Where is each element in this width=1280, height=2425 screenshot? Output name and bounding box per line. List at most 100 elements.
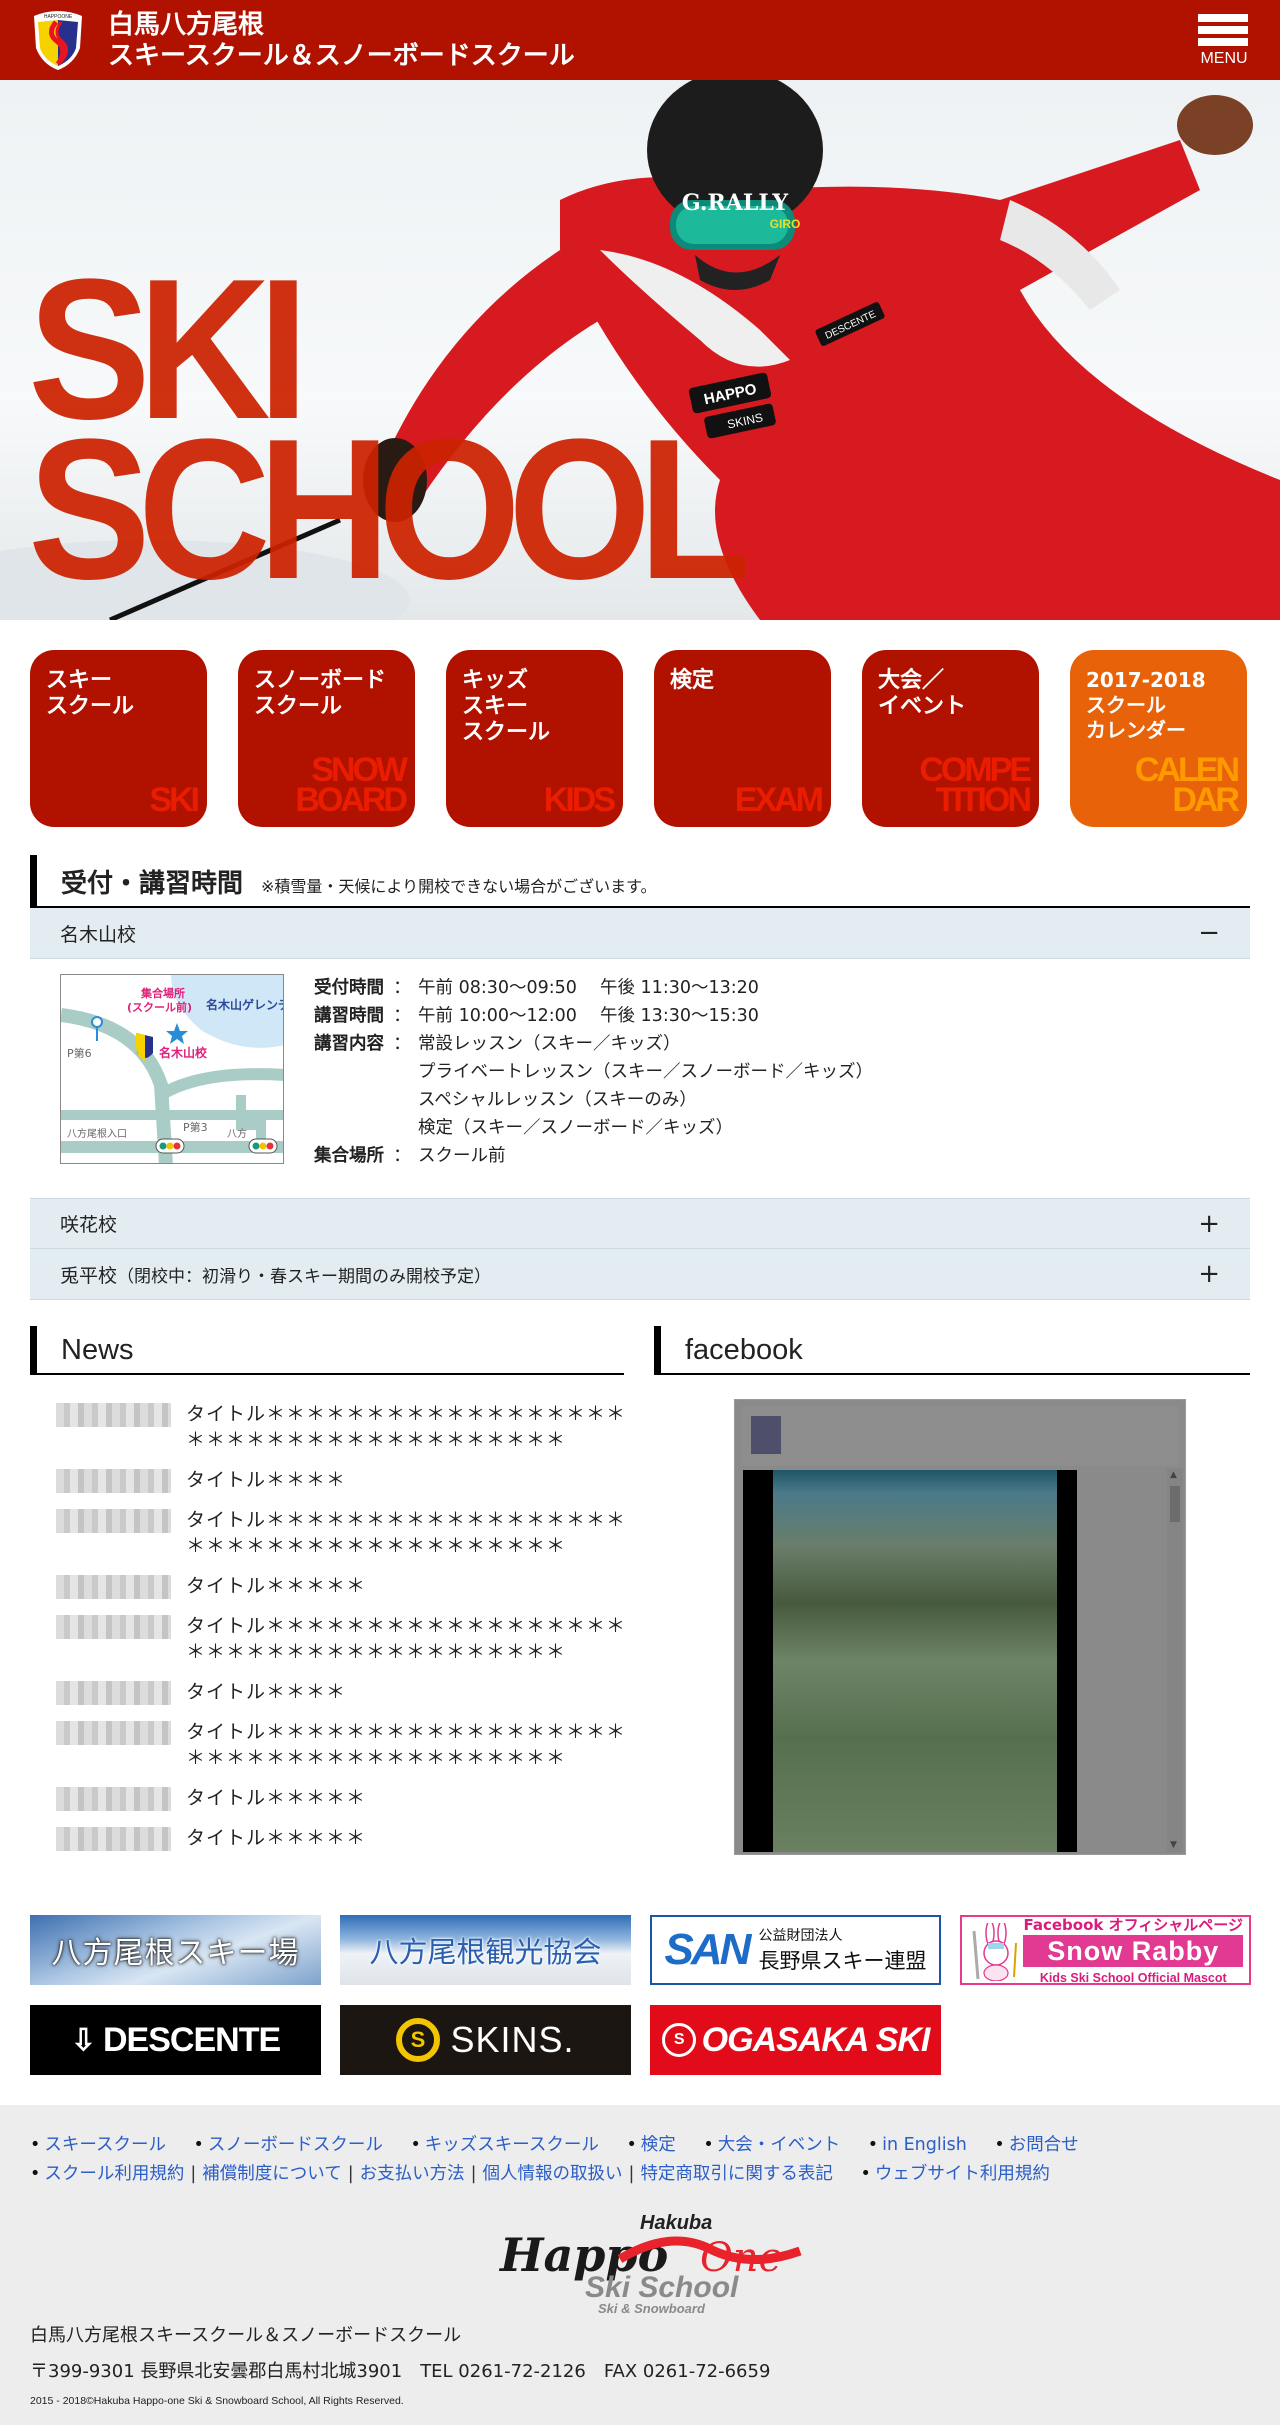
news-date-blurred [56,1575,171,1599]
scroll-up-icon[interactable]: ▲ [1170,1470,1177,1480]
category-tiles: スキー スクール SKI スノーボード スクール SNOW BOARD キッズ … [0,620,1280,855]
access-map[interactable]: 集合場所 (スクール前) 名木山ゲレンデ 名木山校 P第6 P第3 八方尾根入口… [60,974,284,1164]
news-item[interactable]: タイトル＊＊＊＊＊＊＊＊＊＊＊＊＊＊＊＊＊＊＊＊＊＊＊＊＊＊＊＊＊＊＊＊＊＊＊＊… [56,1401,640,1453]
news-column: News タイトル＊＊＊＊＊＊＊＊＊＊＊＊＊＊＊＊＊＊＊＊＊＊＊＊＊＊＊＊＊＊＊… [0,1326,640,1865]
info-value: スクール前 [418,1146,506,1166]
san-logo: SAN [664,1925,752,1974]
news-item[interactable]: タイトル＊＊＊＊＊ [56,1785,640,1811]
tile-label-en: CALEN DAR [1134,751,1240,819]
news-item[interactable]: タイトル＊＊＊＊ [56,1467,640,1493]
footer-link-school-terms[interactable]: スクール利用規約 [44,2164,184,2184]
bullet: • [30,2135,41,2155]
svg-text:Ski & Snowboard: Ski & Snowboard [598,2301,706,2316]
site-footer: • スキースクール • スノーボードスクール • キッズスキースクール • 検定 • 大会… [0,2105,1280,2425]
footer-link-events[interactable]: 大会・イベント [718,2135,841,2155]
tile-exam[interactable]: 検定 EXAM [654,650,831,827]
separator: | [190,2164,197,2184]
banner-happo-tourism[interactable]: 八方尾根観光協会 [340,1915,631,1985]
news-title-text: タイトル＊＊＊＊＊＊＊＊＊＊＊＊＊＊＊＊＊＊＊＊＊＊＊＊＊＊＊＊＊＊＊＊＊＊＊＊… [186,1615,627,1663]
tile-competition[interactable]: 大会／ イベント COMPE TITION [862,650,1039,827]
accordion-sakka[interactable]: 咲花校 + [30,1198,1250,1249]
separator: | [347,2164,354,2184]
footer-link-snowboard-school[interactable]: スノーボードスクール [208,2135,383,2155]
accordion-label: 名木山校 [60,923,137,946]
facebook-embed[interactable]: ▲ ▼ [734,1399,1186,1855]
facebook-column: facebook ▲ ▼ [640,1326,1280,1865]
footer-link-commerce-law[interactable]: 特定商取引に関する表記 [640,2164,833,2184]
banner-nagano-ski-federation[interactable]: SAN 公益財団法人 長野県スキー連盟 [650,1915,941,1985]
info-colon [386,1086,418,1114]
facebook-page-header-blurred [741,1406,1179,1466]
footer-link-compensation[interactable]: 補償制度について [202,2164,341,2184]
svg-text:G.RALLY: G.RALLY [682,190,789,216]
footer-address: 〒399-9301 長野県北安曇郡白馬村北城3901 TEL 0261-72-2… [30,2361,771,2382]
bullet: • [703,2135,714,2155]
footer-link-privacy[interactable]: 個人情報の取扱い [483,2164,623,2184]
news-title-text: タイトル＊＊＊＊＊＊＊＊＊＊＊＊＊＊＊＊＊＊＊＊＊＊＊＊＊＊＊＊＊＊＊＊＊＊＊＊… [186,1721,627,1769]
info-colon: ： [393,1034,411,1054]
happoone-emblem-logo[interactable]: HAPPOONE [28,8,88,72]
news-item[interactable]: タイトル＊＊＊＊＊＊＊＊＊＊＊＊＊＊＊＊＊＊＊＊＊＊＊＊＊＊＊＊＊＊＊＊＊＊＊＊… [56,1613,640,1665]
tile-label-jp: 大会／ イベント [878,668,967,719]
svg-text:P第3: P第3 [183,1120,208,1134]
news-title-text: タイトル＊＊＊＊＊ [186,1787,367,1809]
footer-link-contact[interactable]: お問合せ [1009,2135,1079,2155]
news-date-blurred [56,1509,171,1533]
scroll-thumb[interactable] [1170,1486,1180,1522]
news-item[interactable]: タイトル＊＊＊＊＊ [56,1573,640,1599]
footer-link-english[interactable]: in English [882,2135,967,2155]
news-item[interactable]: タイトル＊＊＊＊＊＊＊＊＊＊＊＊＊＊＊＊＊＊＊＊＊＊＊＊＊＊＊＊＊＊＊＊＊＊＊＊… [56,1719,640,1771]
scroll-down-icon[interactable]: ▼ [1170,1840,1177,1850]
facebook-post-image-content [773,1470,1057,1852]
info-key: 講習内容 [314,1034,384,1054]
tile-label-en: SKI [149,781,200,819]
news-date-blurred [56,1403,171,1427]
ogasaka-logo-icon: S [661,2023,696,2057]
banner-happo-ski-area[interactable]: 八方尾根スキー場 [30,1915,321,1985]
hakuba-happoone-ski-school-logo[interactable]: Hakuba Happo One Ski School Ski & Snowbo… [450,2209,830,2319]
news-item[interactable]: タイトル＊＊＊＊＊ [56,1825,640,1851]
facebook-scrollbar[interactable]: ▲ ▼ [1167,1468,1183,1852]
info-colon: ： [393,978,411,998]
banner-skins[interactable]: S SKINS. [340,2005,631,2075]
footer-link-kids-school[interactable]: キッズスキースクール [425,2135,599,2155]
tile-snowboard-school[interactable]: スノーボード スクール SNOW BOARD [238,650,415,827]
banner-ogasaka-ski[interactable]: S OGASAKA SKI [650,2005,941,2075]
accordion-label-main: 兎平校 [60,1264,118,1287]
info-row-meeting-point: 集合場所 ： スクール前 [314,1142,873,1170]
tile-calendar[interactable]: 2017-2018 スクール カレンダー CALEN DAR [1070,650,1247,827]
partner-banners: 八方尾根スキー場 八方尾根観光協会 SAN 公益財団法人 長野県スキー連盟 Fac… [0,1865,1280,2105]
info-key [314,1058,386,1086]
hamburger-icon-bar [1198,38,1248,46]
menu-label: MENU [1200,50,1248,67]
footer-link-payment[interactable]: お支払い方法 [360,2164,465,2184]
tile-ski-school[interactable]: スキー スクール SKI [30,650,207,827]
news-item[interactable]: タイトル＊＊＊＊ [56,1679,640,1705]
svg-text:八方: 八方 [227,1127,247,1140]
site-title[interactable]: 白馬八方尾根 スキースクール＆スノーボードスクール [108,10,575,72]
footer-link-exam[interactable]: 検定 [641,2135,676,2155]
news-date-blurred [56,1615,171,1639]
info-row-lesson-content-2: プライベートレッスン（スキー／スノーボード／キッズ） [314,1058,873,1086]
bullet: • [30,2164,41,2184]
menu-button[interactable]: MENU [1198,14,1250,70]
tile-label-en: EXAM [734,781,824,819]
tile-label-jp: キッズ スキー スクール [462,668,551,745]
info-row-lesson-content-4: 検定（スキー／スノーボード／キッズ） [314,1114,873,1142]
svg-text:Ski School: Ski School [585,2271,739,2304]
accordion-usagidaira[interactable]: 兎平校（閉校中：初滑り・春スキー期間のみ開校予定） + [30,1249,1250,1300]
banner-descente[interactable]: ⇩ DESCENTE [30,2005,321,2075]
info-value: 常設レッスン（スキー／キッズ） [418,1034,681,1054]
separator: | [470,2164,477,2184]
facebook-avatar [751,1416,781,1454]
info-colon [386,1114,418,1142]
accordion-nakiyama[interactable]: 名木山校 − [30,908,1250,959]
banner-text: 八方尾根スキー場 [51,1936,300,1971]
facebook-section-header: facebook [654,1326,1250,1375]
footer-link-ski-school[interactable]: スキースクール [44,2135,166,2155]
info-colon: ： [393,1006,411,1026]
news-item[interactable]: タイトル＊＊＊＊＊＊＊＊＊＊＊＊＊＊＊＊＊＊＊＊＊＊＊＊＊＊＊＊＊＊＊＊＊＊＊＊… [56,1507,640,1559]
banner-snow-rabby[interactable]: Facebook オフィシャルページ Snow Rabby Kids Ski S… [960,1915,1251,1985]
tile-kids-school[interactable]: キッズ スキー スクール KIDS [446,650,623,827]
footer-link-website-terms[interactable]: ウェブサイト利用規約 [875,2164,1050,2184]
